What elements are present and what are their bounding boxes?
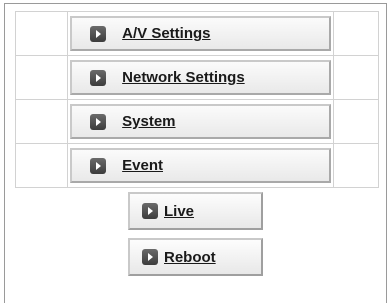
- reboot-button[interactable]: Reboot: [128, 238, 263, 276]
- menu-cell: Network Settings: [67, 55, 334, 100]
- av-settings-button[interactable]: A/V Settings: [70, 16, 331, 51]
- live-label[interactable]: Live: [164, 203, 194, 220]
- menu-row-network-settings: Network Settings: [14, 55, 380, 100]
- menu-cell-spacer: [332, 55, 380, 100]
- system-button[interactable]: System: [70, 104, 331, 139]
- arrow-right-icon: [142, 203, 158, 219]
- arrow-right-icon: [142, 249, 158, 265]
- menu-cell: A/V Settings: [67, 11, 334, 56]
- reboot-label[interactable]: Reboot: [164, 249, 216, 266]
- arrow-right-icon: [90, 157, 107, 174]
- menu-cell-spacer: [332, 143, 380, 188]
- event-button[interactable]: Event: [70, 148, 331, 183]
- menu-row-av-settings: A/V Settings: [14, 11, 380, 56]
- arrow-right-icon: [90, 25, 107, 42]
- menu-row-system: System: [14, 99, 380, 144]
- menu-cell-spacer: [332, 99, 380, 144]
- menu-cell-spacer: [14, 143, 69, 188]
- menu-cell-spacer: [332, 11, 380, 56]
- network-settings-button[interactable]: Network Settings: [70, 60, 331, 95]
- event-label[interactable]: Event: [122, 157, 163, 174]
- menu-cell: System: [67, 99, 334, 144]
- menu-row-event: Event: [14, 143, 380, 188]
- system-label[interactable]: System: [122, 113, 175, 130]
- menu-cell-spacer: [14, 55, 69, 100]
- network-settings-label[interactable]: Network Settings: [122, 69, 245, 86]
- menu-cell-spacer: [14, 99, 69, 144]
- av-settings-label[interactable]: A/V Settings: [122, 25, 210, 42]
- arrow-right-icon: [90, 69, 107, 86]
- live-button[interactable]: Live: [128, 192, 263, 230]
- arrow-right-icon: [90, 113, 107, 130]
- settings-menu: A/V Settings Network Settings System Eve…: [14, 11, 380, 188]
- menu-cell-spacer: [14, 11, 69, 56]
- menu-cell: Event: [67, 143, 334, 188]
